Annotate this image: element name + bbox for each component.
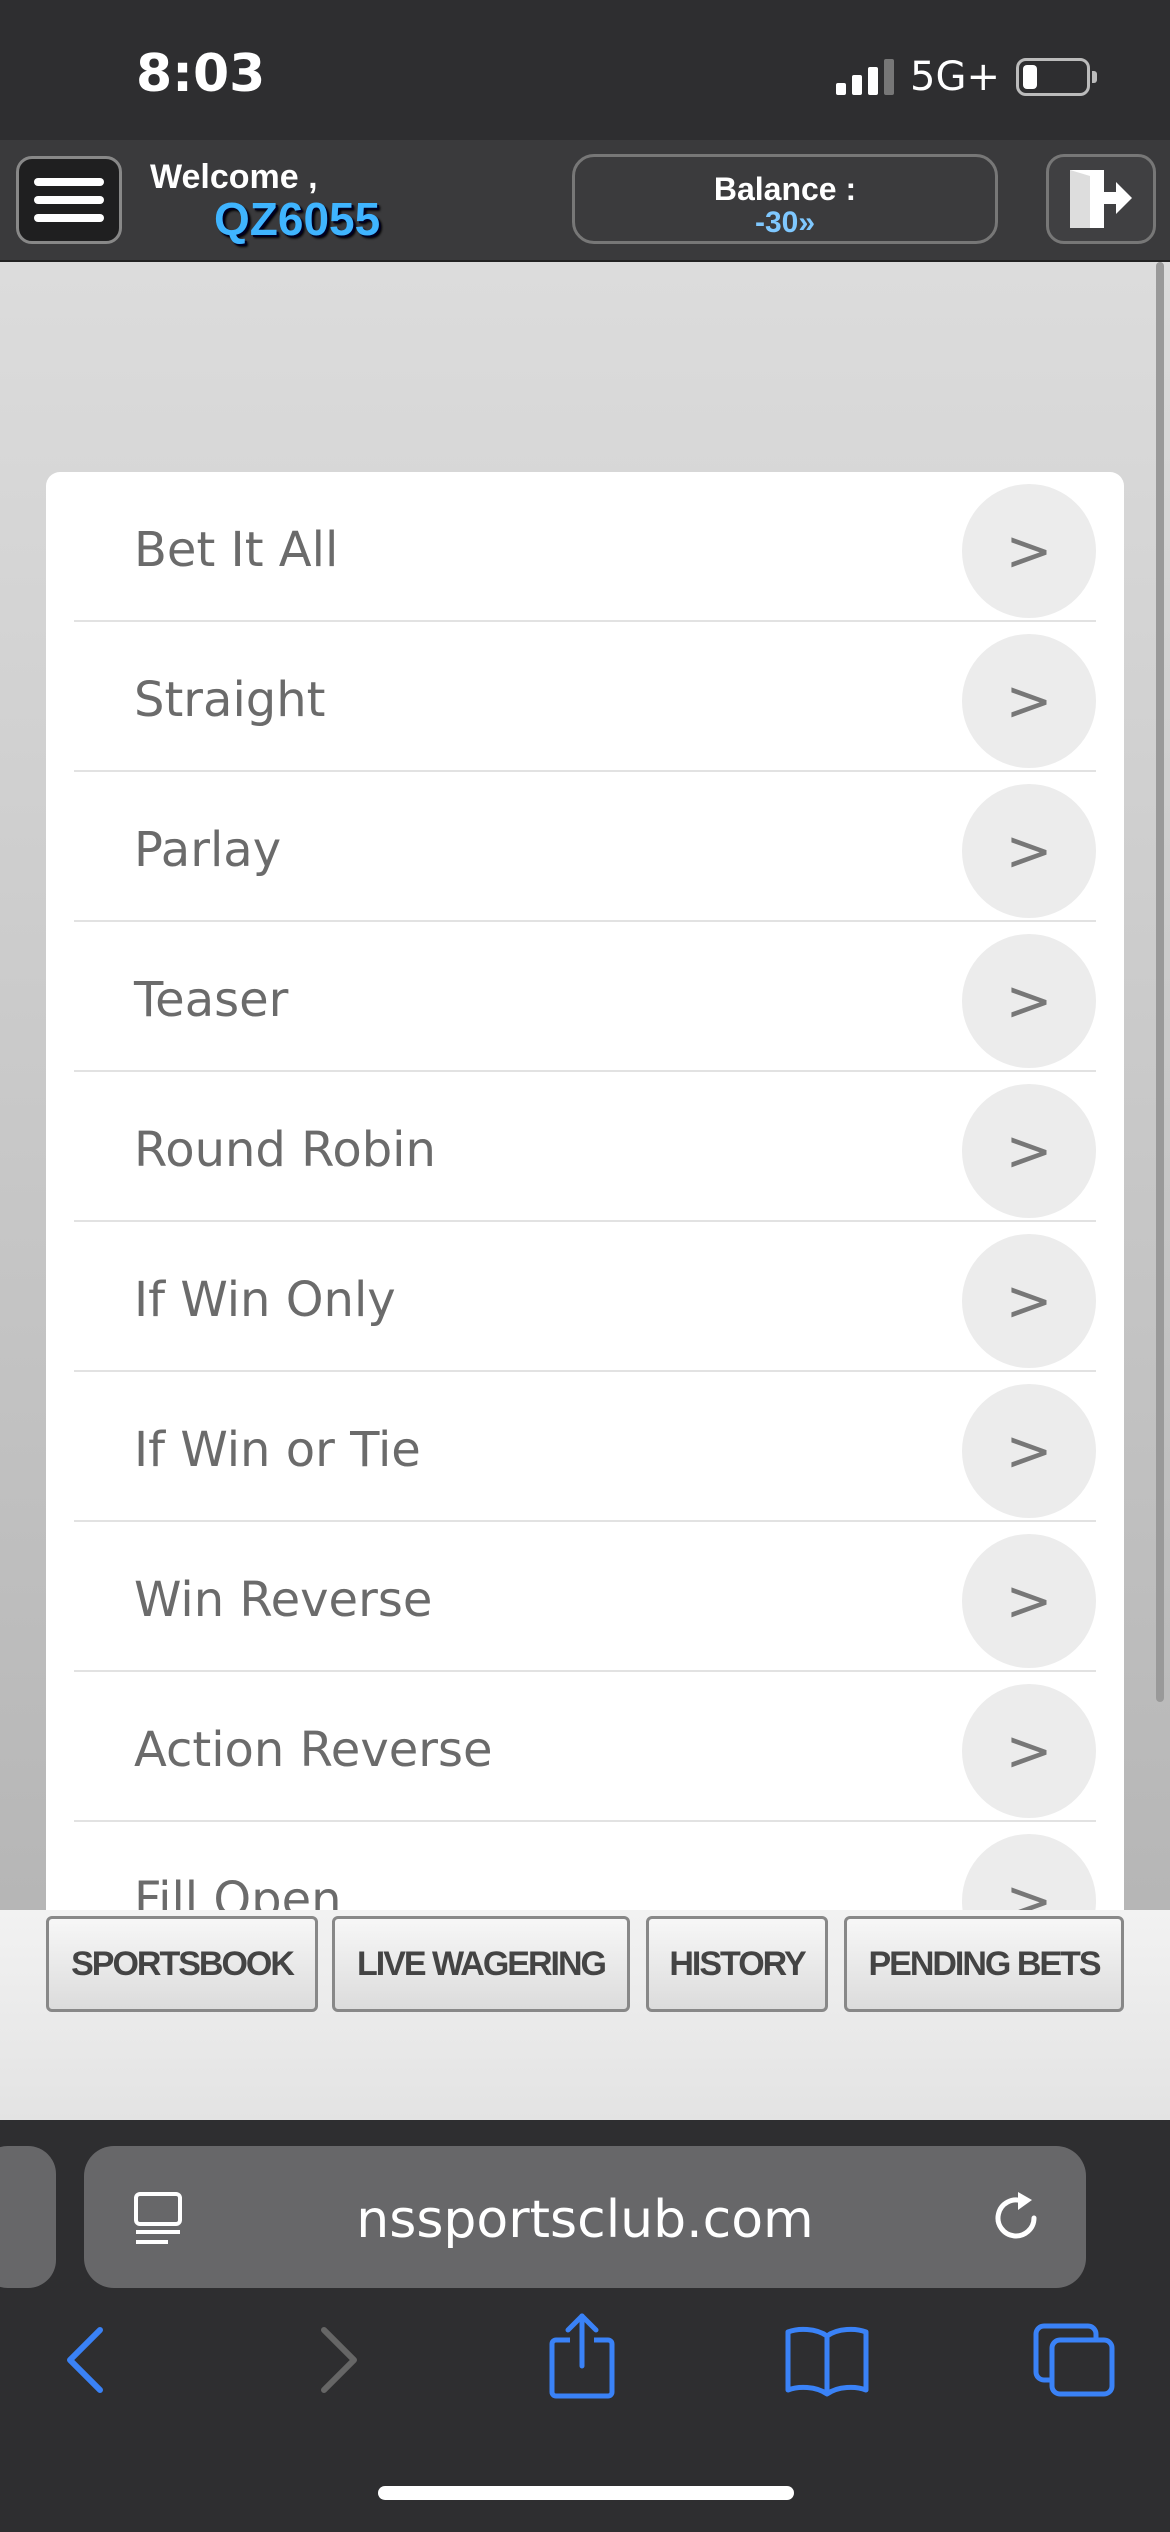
menu-item-win-reverse[interactable]: Win Reverse > — [74, 1522, 1096, 1672]
menu-item-straight[interactable]: Straight > — [74, 622, 1096, 772]
menu-item-fill-open[interactable]: Fill Open > — [74, 1822, 1096, 1910]
chevron-right-icon[interactable]: > — [962, 634, 1096, 768]
balance-value: -30» — [754, 206, 816, 239]
balance-label: Balance : — [713, 171, 857, 207]
reload-icon[interactable] — [986, 2188, 1046, 2248]
menu-item-if-win-only[interactable]: If Win Only > — [74, 1222, 1096, 1372]
menu-item-bet-it-all[interactable]: Bet It All > — [74, 472, 1096, 622]
menu-item-label: Bet It All — [134, 522, 339, 578]
content-area: Bet It All > Straight > Parlay > Teaser … — [0, 262, 1170, 1910]
live-wagering-button[interactable]: LIVE WAGERING — [332, 1916, 630, 2012]
menu-item-label: Win Reverse — [134, 1572, 433, 1628]
address-bar[interactable]: nssportsclub.com — [84, 2146, 1086, 2288]
logout-button[interactable] — [1046, 154, 1156, 244]
menu-item-label: Straight — [134, 672, 326, 728]
chevron-right-icon[interactable]: > — [962, 1384, 1096, 1518]
menu-item-round-robin[interactable]: Round Robin > — [74, 1072, 1096, 1222]
menu-item-action-reverse[interactable]: Action Reverse > — [74, 1672, 1096, 1822]
menu-item-if-win-or-tie[interactable]: If Win or Tie > — [74, 1372, 1096, 1522]
logout-icon — [1070, 170, 1132, 228]
chevron-right-icon[interactable]: > — [962, 1534, 1096, 1668]
browser-bar: nssportsclub.com — [0, 2120, 1170, 2532]
sportsbook-button[interactable]: SPORTSBOOK — [46, 1916, 318, 2012]
menu-item-teaser[interactable]: Teaser > — [74, 922, 1096, 1072]
scrollbar[interactable] — [1156, 262, 1164, 1702]
chevron-right-icon[interactable]: > — [962, 484, 1096, 618]
hamburger-menu-button[interactable] — [16, 156, 122, 244]
home-indicator[interactable] — [378, 2486, 794, 2500]
chevron-right-icon[interactable]: > — [962, 1684, 1096, 1818]
back-arrow-icon[interactable] — [58, 2320, 114, 2400]
app-header: Welcome , QZ6055 Balance : -30» — [0, 140, 1170, 262]
chevron-right-icon[interactable]: > — [962, 784, 1096, 918]
menu-item-label: If Win Only — [134, 1272, 396, 1328]
menu-item-label: Fill Open — [134, 1872, 342, 1910]
bottom-nav: SPORTSBOOK LIVE WAGERING HISTORY PENDING… — [0, 1910, 1170, 2120]
balance-button[interactable]: Balance : -30» — [572, 154, 998, 244]
forward-arrow-icon[interactable] — [310, 2320, 366, 2400]
menu-item-label: If Win or Tie — [134, 1422, 421, 1478]
network-label: 5G+ — [910, 54, 1000, 100]
chevron-right-icon[interactable]: > — [962, 934, 1096, 1068]
chevron-right-icon[interactable]: > — [962, 1234, 1096, 1368]
chevron-right-icon[interactable]: > — [962, 1084, 1096, 1218]
user-id: QZ6055 — [214, 193, 381, 245]
menu-item-parlay[interactable]: Parlay > — [74, 772, 1096, 922]
previous-tab-peek[interactable] — [0, 2146, 56, 2288]
tabs-icon[interactable] — [1030, 2320, 1120, 2400]
menu-item-label: Parlay — [134, 822, 282, 878]
share-icon[interactable] — [542, 2310, 622, 2400]
menu-item-label: Round Robin — [134, 1122, 436, 1178]
menu-item-label: Action Reverse — [134, 1722, 493, 1778]
pending-bets-button[interactable]: PENDING BETS — [844, 1916, 1124, 2012]
chevron-right-icon[interactable]: > — [962, 1834, 1096, 1910]
menu-item-label: Teaser — [134, 972, 289, 1028]
status-time: 8:03 — [136, 44, 266, 104]
signal-icon — [836, 59, 895, 95]
status-indicators: 5G+ — [836, 54, 1097, 100]
battery-icon — [1016, 58, 1097, 96]
history-button[interactable]: HISTORY — [646, 1916, 828, 2012]
bookmarks-icon[interactable] — [782, 2320, 872, 2400]
status-bar: 8:03 5G+ — [0, 0, 1170, 140]
bet-type-menu: Bet It All > Straight > Parlay > Teaser … — [46, 472, 1124, 1910]
url-text: nssportsclub.com — [356, 2190, 814, 2250]
